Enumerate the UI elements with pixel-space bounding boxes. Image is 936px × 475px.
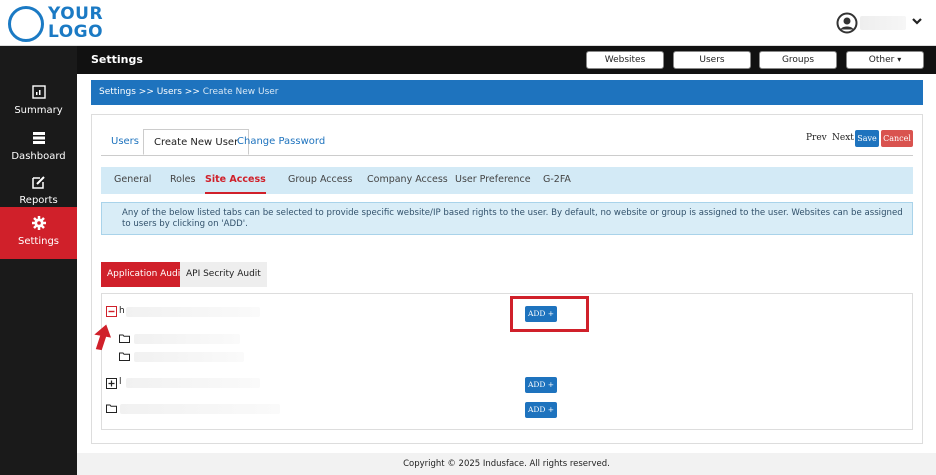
page-title: Settings (91, 53, 143, 66)
reports-icon (31, 176, 45, 189)
groups-button[interactable]: Groups (759, 51, 837, 69)
other-dropdown[interactable]: Other ▾ (846, 51, 924, 69)
info-alert: Any of the below listed tabs can be sele… (101, 202, 913, 235)
tree-node-label[interactable]: l (119, 377, 122, 387)
chevron-down-icon: ▾ (897, 55, 902, 64)
tab-company-access[interactable]: Company Access (367, 167, 448, 194)
user-name[interactable] (860, 16, 906, 30)
highlight-box (510, 296, 589, 332)
add-button[interactable]: ADD + (525, 377, 557, 393)
tab-change-password[interactable]: Change Password (227, 129, 335, 155)
sidebar-item-label: Settings (17, 236, 59, 247)
tree-node-label[interactable]: h (119, 306, 125, 316)
folder-icon (119, 334, 130, 343)
tab-general[interactable]: General (114, 167, 151, 194)
sidebar-item-label: Reports (19, 195, 58, 206)
tab-roles[interactable]: Roles (170, 167, 195, 194)
sidebar-item-summary[interactable]: Summary (0, 76, 77, 128)
prev-link[interactable]: Prev (806, 133, 827, 143)
arrow-icon (94, 324, 112, 351)
tree-node-name (126, 378, 260, 388)
tree-child-name (134, 334, 240, 344)
gear-icon (31, 216, 46, 230)
tab-api-security-audit[interactable]: API Secrity Audit (180, 262, 267, 287)
breadcrumb-path[interactable]: Settings >> Users >> (99, 87, 203, 97)
folder-icon (106, 404, 117, 413)
collapse-icon[interactable] (106, 306, 117, 317)
expand-icon[interactable] (106, 378, 117, 389)
tab-application-audit[interactable]: Application Audit (101, 262, 190, 287)
header-bar: Settings Websites Users Groups Other ▾ (77, 46, 936, 74)
dashboard-icon (32, 132, 45, 144)
tab-users[interactable]: Users (101, 129, 149, 155)
save-button[interactable]: Save (855, 130, 879, 147)
tree-node-name (120, 404, 280, 414)
logo[interactable]: YOUR LOGO (8, 4, 118, 44)
websites-button[interactable]: Websites (586, 51, 664, 69)
cancel-button[interactable]: Cancel (881, 130, 913, 147)
user-avatar-icon[interactable] (836, 12, 858, 34)
add-button[interactable]: ADD + (525, 402, 557, 418)
tab-site-access[interactable]: Site Access (205, 167, 266, 194)
sidebar: Summary Dashboard Reports Settings (0, 46, 77, 475)
folder-icon (119, 352, 130, 361)
sidebar-item-label: Dashboard (11, 151, 66, 162)
tab-user-preference[interactable]: User Preference (455, 167, 531, 194)
other-label: Other (868, 55, 895, 65)
tree-child-name (134, 352, 244, 362)
logo-text: YOUR LOGO (48, 4, 104, 42)
summary-icon (31, 85, 46, 99)
breadcrumb-current: Create New User (202, 87, 279, 97)
users-button[interactable]: Users (673, 51, 751, 69)
chevron-down-icon[interactable] (910, 14, 924, 28)
logo-ring-icon (8, 6, 44, 42)
footer: Copyright © 2025 Indusface. All rights r… (77, 453, 936, 475)
sidebar-item-settings[interactable]: Settings (0, 207, 77, 259)
tab-g-2fa[interactable]: G-2FA (543, 167, 571, 194)
sidebar-item-label: Summary (14, 105, 63, 116)
breadcrumb: Settings >> Users >> Create New User (91, 80, 923, 105)
tab-group-access[interactable]: Group Access (288, 167, 352, 194)
tree-node-name (126, 307, 260, 317)
next-link[interactable]: Next (832, 133, 854, 143)
top-bar: YOUR LOGO (0, 0, 936, 46)
